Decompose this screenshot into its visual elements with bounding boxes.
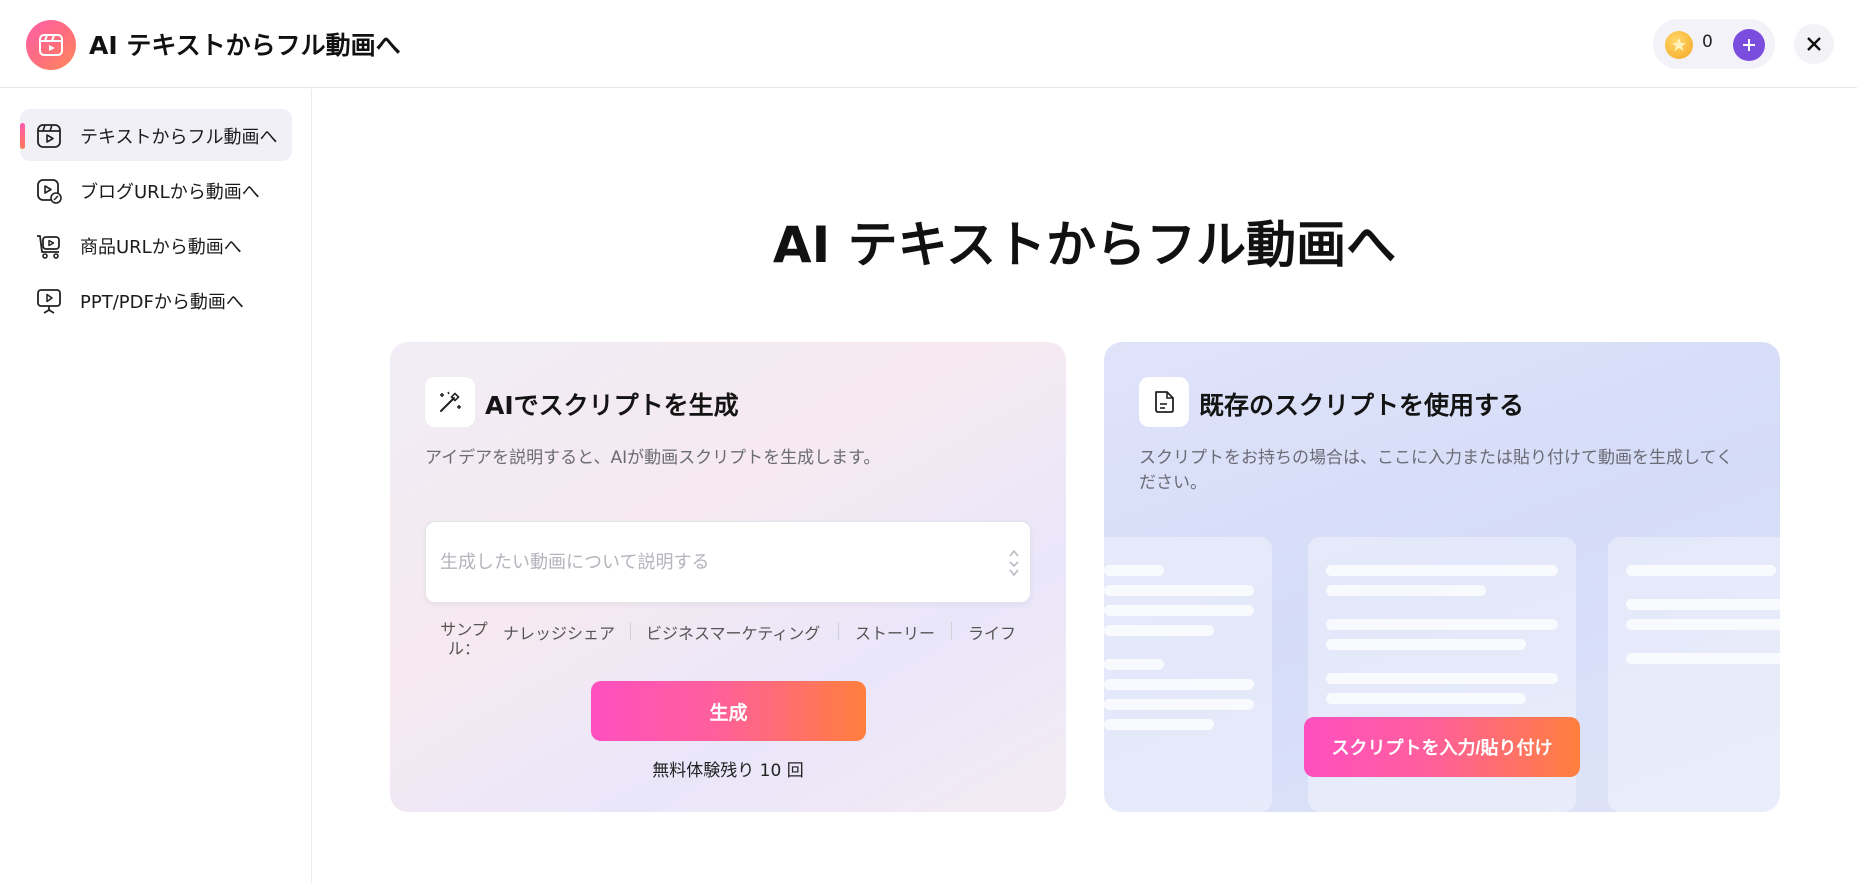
presentation-icon (34, 286, 64, 316)
samples-label: サンプル： (440, 620, 488, 658)
existing-script-title: 既存のスクリプトを使用する (1199, 391, 1525, 420)
close-icon (1807, 37, 1821, 51)
ai-script-title: AIでスクリプトを生成 (485, 391, 739, 420)
sidebar-item-label: テキストからフル動画へ (80, 127, 278, 148)
credit-count: 0 (1702, 32, 1713, 52)
sidebar-item-label: PPT/PDFから動画へ (80, 292, 244, 313)
prompt-box (425, 521, 1031, 603)
sample-chip-knowledge[interactable]: ナレッジシェア (503, 620, 615, 644)
sample-chip-business[interactable]: ビジネスマーケティング (646, 620, 820, 644)
app-title: AI テキストからフル動画へ (89, 31, 401, 60)
ai-script-card: AIでスクリプトを生成 アイデアを説明すると、AIが動画スクリプトを生成します。… (390, 342, 1066, 812)
sidebar-item-label: 商品URLから動画へ (80, 237, 242, 258)
sidebar: テキストからフル動画へ ブログURLから動画へ 商品URLから動画へ PPT/P… (0, 89, 312, 883)
sample-prompts: サンプル： ナレッジシェア ビジネスマーケティング ストーリー ライフ (438, 620, 1038, 660)
sample-divider (630, 622, 631, 640)
document-icon (1139, 377, 1189, 427)
video-link-icon (34, 176, 64, 206)
sample-divider (838, 622, 839, 640)
existing-script-description: スクリプトをお持ちの場合は、ここに入力または貼り付けて動画を生成してください。 (1139, 448, 1733, 493)
sidebar-item-label: ブログURLから動画へ (80, 182, 260, 203)
sidebar-item-ppt-pdf[interactable]: PPT/PDFから動画へ (20, 274, 292, 326)
free-trial-remaining: 無料体験残り 10 回 (652, 761, 804, 781)
existing-script-card: 既存のスクリプトを使用する スクリプトをお持ちの場合は、ここに入力または貼り付け… (1104, 342, 1780, 812)
cart-video-icon (34, 231, 64, 261)
resize-handle-icon[interactable] (1008, 548, 1020, 578)
generate-button[interactable]: 生成 (591, 681, 866, 741)
sidebar-item-product-url[interactable]: 商品URLから動画へ (20, 219, 292, 271)
close-button[interactable] (1794, 24, 1834, 64)
ai-script-description: アイデアを説明すると、AIが動画スクリプトを生成します。 (425, 448, 881, 468)
magic-wand-icon (425, 377, 475, 427)
app-header: AI テキストからフル動画へ 0 (0, 0, 1857, 88)
sample-divider (951, 622, 952, 640)
sample-chip-story[interactable]: ストーリー (855, 620, 935, 644)
video-description-input[interactable] (440, 546, 980, 578)
add-credits-button[interactable] (1733, 29, 1765, 61)
sidebar-item-text-to-video[interactable]: テキストからフル動画へ (20, 109, 292, 161)
sample-chip-life[interactable]: ライフ (968, 620, 1016, 644)
page-title: AI テキストからフル動画へ (772, 216, 1397, 274)
preview-page (1104, 537, 1272, 812)
star-coin-icon (1665, 31, 1693, 59)
sidebar-item-blog-url[interactable]: ブログURLから動画へ (20, 164, 292, 216)
preview-page (1608, 537, 1780, 812)
video-text-icon (34, 121, 64, 151)
film-icon (26, 20, 76, 70)
credits-pill[interactable]: 0 (1653, 19, 1775, 69)
paste-script-button[interactable]: スクリプトを入力/貼り付け (1304, 717, 1580, 777)
